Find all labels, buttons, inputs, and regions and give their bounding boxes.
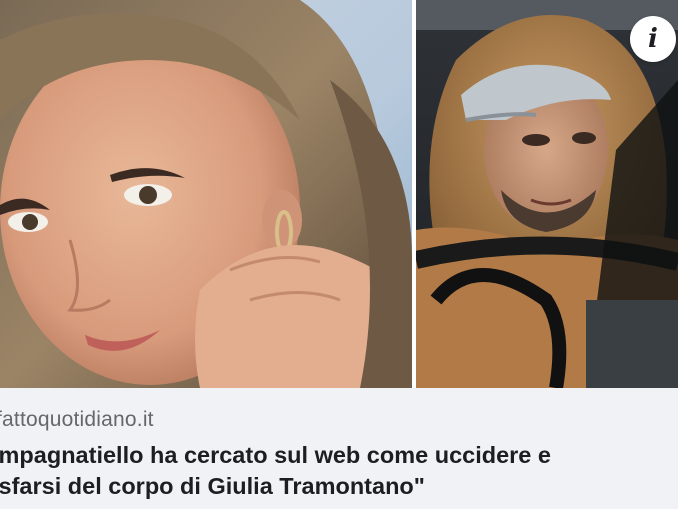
info-button[interactable]: i xyxy=(630,16,676,62)
headline-line-1: Impagnatiello ha cercato sul web come uc… xyxy=(0,442,551,468)
link-headline[interactable]: Impagnatiello ha cercato sul web come uc… xyxy=(0,440,672,502)
preview-images[interactable]: i xyxy=(0,0,678,388)
link-meta[interactable]: fattoquotidiano.it Impagnatiello ha cerc… xyxy=(0,388,678,509)
headline-line-2: isfarsi del corpo di Giulia Tramontano" xyxy=(0,473,425,499)
link-preview-card[interactable]: i fattoquotidiano.it Impagnatiello ha ce… xyxy=(0,0,678,509)
woman-portrait-photo xyxy=(0,0,412,388)
link-domain: fattoquotidiano.it xyxy=(0,408,154,431)
info-icon: i xyxy=(648,24,658,54)
man-in-car-photo xyxy=(416,0,678,388)
